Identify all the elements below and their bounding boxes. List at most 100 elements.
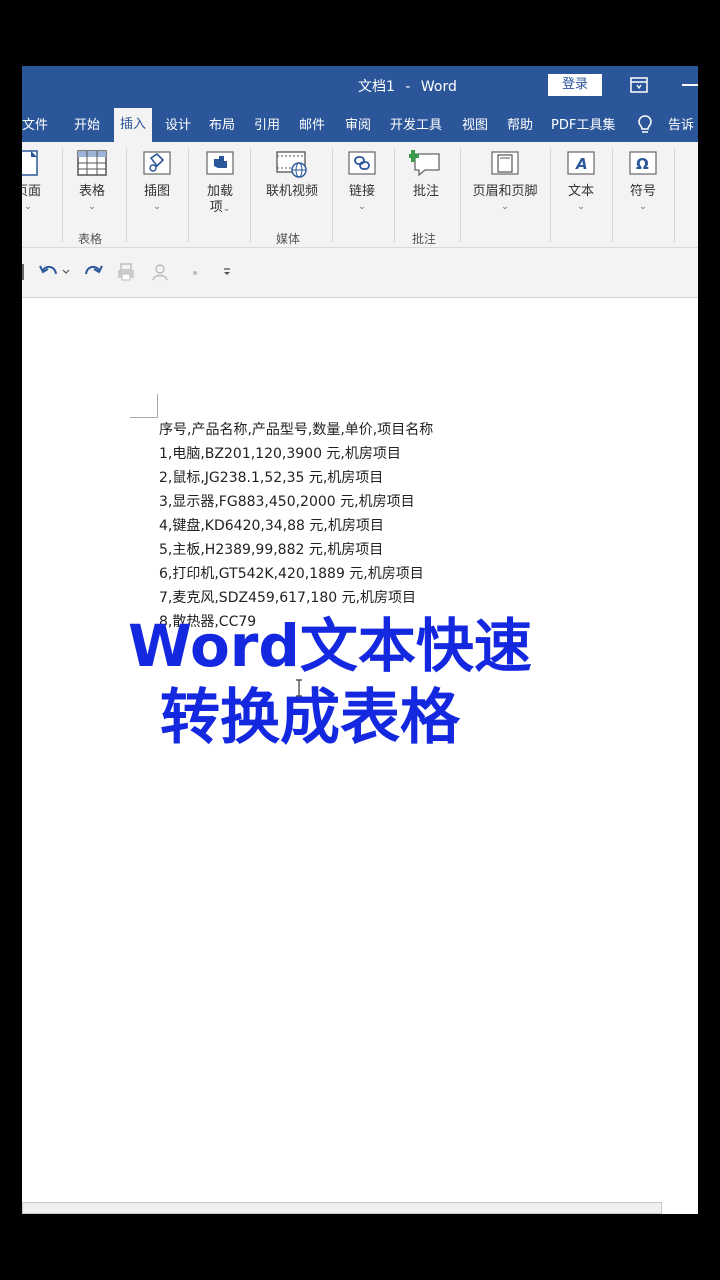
text-chevron: ⌄ xyxy=(577,202,585,212)
tab-tell-me[interactable]: 告诉 xyxy=(668,114,694,133)
caption-line-2: 转换成表格 xyxy=(160,683,460,753)
print-icon[interactable] xyxy=(116,262,136,282)
table-chevron: ⌄ xyxy=(88,202,96,212)
pages-label: 页面 xyxy=(22,184,41,199)
online-video-icon xyxy=(276,151,307,178)
tab-pdf-tools[interactable]: PDF工具集 xyxy=(551,114,615,133)
group-separator xyxy=(126,148,127,242)
symbols-button[interactable]: Ω 符号 ⌄ xyxy=(623,148,663,212)
symbols-chevron: ⌄ xyxy=(639,202,647,212)
document-line[interactable]: 7,麦克风,SDZ459,617,180 元,机房项目 xyxy=(159,586,433,610)
title-separator: - xyxy=(405,79,411,95)
group-separator xyxy=(332,148,333,242)
ribbon-display-options-icon[interactable] xyxy=(628,75,650,95)
text-box-icon: A xyxy=(567,151,595,175)
tab-layout[interactable]: 布局 xyxy=(209,114,235,133)
touch-mode-icon[interactable] xyxy=(150,262,170,282)
online-video-label: 联机视频 xyxy=(265,184,318,199)
document-name: 文档1 xyxy=(358,79,395,95)
document-line[interactable]: 5,主板,H2389,99,882 元,机房项目 xyxy=(159,538,433,562)
illustrations-chevron: ⌄ xyxy=(153,202,161,212)
tab-references[interactable]: 引用 xyxy=(254,114,280,133)
omega-symbol-icon: Ω xyxy=(629,151,657,175)
tab-help[interactable]: 帮助 xyxy=(507,114,533,133)
quick-access-toolbar xyxy=(22,248,698,298)
qat-dot-icon xyxy=(193,271,197,275)
group-separator xyxy=(62,148,63,242)
document-line[interactable]: 1,电脑,BZ201,120,3900 元,机房项目 xyxy=(159,442,433,466)
header-footer-chevron: ⌄ xyxy=(501,202,509,212)
addins-chevron: ⌄ xyxy=(222,204,231,214)
illustrations-label: 插图 xyxy=(143,184,170,199)
group-separator xyxy=(394,148,395,242)
addins-icon xyxy=(206,151,234,175)
tab-file[interactable]: 文件 xyxy=(22,114,48,133)
tab-mailings[interactable]: 邮件 xyxy=(299,114,325,133)
addins-label-text: 项 xyxy=(209,200,223,215)
pages-icon xyxy=(22,150,38,176)
media-group-label: 媒体 xyxy=(276,232,301,246)
svg-text:A: A xyxy=(575,155,588,173)
pages-button[interactable]: 页面 ⌄ xyxy=(22,148,48,212)
video-caption: Word文本快速 转换成表格 xyxy=(0,610,720,754)
link-label: 链接 xyxy=(348,184,375,199)
minimize-icon[interactable] xyxy=(682,84,698,86)
page-margin-corner-mark xyxy=(130,394,158,418)
new-comment-button[interactable]: 批注 xyxy=(408,148,444,200)
pages-chevron: ⌄ xyxy=(24,202,32,212)
save-icon[interactable] xyxy=(22,262,26,282)
tab-design[interactable]: 设计 xyxy=(165,114,191,133)
comment-group-label: 批注 xyxy=(412,232,437,246)
link-icon xyxy=(348,151,376,175)
tab-home[interactable]: 开始 xyxy=(74,114,100,133)
illustrations-icon xyxy=(143,151,171,175)
document-body[interactable]: 序号,产品名称,产品型号,数量,单价,项目名称 1,电脑,BZ201,120,3… xyxy=(159,418,433,634)
table-label: 表格 xyxy=(78,184,105,199)
document-title: 文档1 - Word xyxy=(358,76,457,96)
header-footer-icon xyxy=(491,151,519,175)
addins-label-line1: 加载 xyxy=(206,184,233,199)
horizontal-scrollbar[interactable] xyxy=(22,1202,662,1214)
title-bar: 文档1 - Word 登录 xyxy=(22,66,698,104)
online-video-button[interactable]: 联机视频 xyxy=(260,148,324,200)
redo-icon[interactable] xyxy=(82,262,104,282)
document-line[interactable]: 4,键盘,KD6420,34,88 元,机房项目 xyxy=(159,514,433,538)
group-separator xyxy=(550,148,551,242)
group-separator xyxy=(460,148,461,242)
table-button[interactable]: 表格 ⌄ xyxy=(72,148,112,212)
table-group-label: 表格 xyxy=(78,232,103,246)
header-footer-label: 页眉和页脚 xyxy=(472,184,538,199)
text-button[interactable]: A 文本 ⌄ xyxy=(561,148,601,212)
tab-developer[interactable]: 开发工具 xyxy=(390,114,442,133)
group-separator xyxy=(612,148,613,242)
group-separator xyxy=(250,148,251,242)
login-button[interactable]: 登录 xyxy=(548,74,602,96)
addins-label-line2: 项⌄ xyxy=(199,200,241,217)
addins-button[interactable]: 加载 项⌄ xyxy=(199,148,241,217)
lightbulb-icon[interactable] xyxy=(636,114,654,134)
group-separator xyxy=(188,148,189,242)
insert-ribbon: 页面 ⌄ 表格 ⌄ 表格 插图 xyxy=(22,142,698,248)
svg-text:Ω: Ω xyxy=(636,155,649,173)
undo-dropdown-icon[interactable] xyxy=(62,268,70,276)
table-icon xyxy=(77,150,107,176)
ribbon-tab-bar: 文件 开始 插入 设计 布局 引用 邮件 审阅 开发工具 视图 帮助 PDF工具… xyxy=(22,104,698,142)
symbols-label: 符号 xyxy=(629,184,656,199)
group-separator xyxy=(674,148,675,242)
caption-line-1: Word文本快速 xyxy=(128,612,532,680)
tab-view[interactable]: 视图 xyxy=(462,114,488,133)
document-line[interactable]: 6,打印机,GT542K,420,1889 元,机房项目 xyxy=(159,562,433,586)
app-name: Word xyxy=(420,79,457,95)
header-footer-button[interactable]: 页眉和页脚 ⌄ xyxy=(468,148,542,212)
customize-qat-icon[interactable] xyxy=(222,267,232,277)
link-chevron: ⌄ xyxy=(358,202,366,212)
link-button[interactable]: 链接 ⌄ xyxy=(342,148,382,212)
document-line[interactable]: 2,鼠标,JG238.1,52,35 元,机房项目 xyxy=(159,466,433,490)
tab-review[interactable]: 审阅 xyxy=(345,114,371,133)
document-line[interactable]: 3,显示器,FG883,450,2000 元,机房项目 xyxy=(159,490,433,514)
undo-icon[interactable] xyxy=(38,262,60,282)
tab-insert[interactable]: 插入 xyxy=(114,108,153,142)
illustrations-button[interactable]: 插图 ⌄ xyxy=(137,148,177,212)
document-line-header[interactable]: 序号,产品名称,产品型号,数量,单价,项目名称 xyxy=(159,418,433,442)
new-comment-icon xyxy=(409,150,440,177)
